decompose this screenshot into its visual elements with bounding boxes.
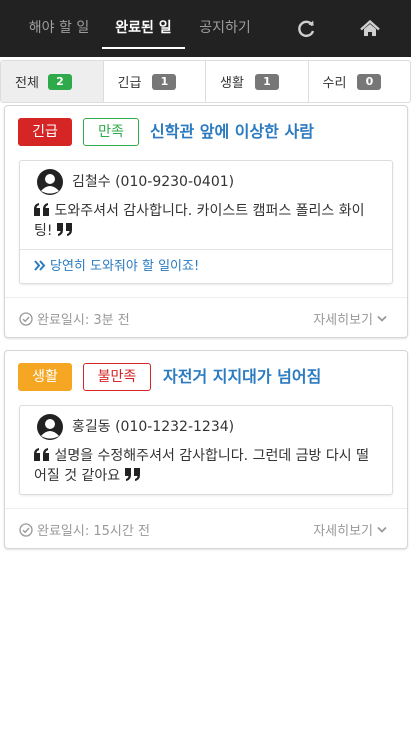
check-circle-icon [19, 312, 33, 326]
feedback-quote: 도와주셔서 감사합니다. 카이스트 캠퍼스 폴리스 화이팅! [20, 199, 392, 249]
tab-announce[interactable]: 공지하기 [192, 0, 258, 57]
feedback-quote: 설명을 수정해주셔서 감사합니다. 그런데 금방 다시 떨어질 것 같아요 [20, 444, 392, 494]
completed-card: 긴급 만족 신학관 앞에 이상한 사람 김철수 (010-9230-0401) … [4, 105, 408, 338]
chevron-down-icon [377, 312, 387, 322]
details-label: 자세히보기 [313, 313, 373, 328]
double-chevron-right-icon [34, 251, 46, 271]
feedback-user: 김철수 (010-9230-0401) [20, 161, 392, 199]
filter-label: 생활 [220, 76, 244, 91]
feedback-box: 김철수 (010-9230-0401) 도와주셔서 감사합니다. 카이스트 캠퍼… [19, 160, 393, 284]
completed-time-text: 완료일시: 3분 전 [37, 313, 130, 328]
refresh-icon[interactable] [293, 16, 319, 42]
count-badge: 2 [47, 73, 72, 90]
quote-open-icon [34, 203, 50, 217]
card-title[interactable]: 자전거 지지대가 넘어짐 [163, 363, 321, 391]
rating-badge: 불만족 [83, 363, 151, 391]
filter-all[interactable]: 전체 2 [1, 61, 104, 102]
details-button[interactable]: 자세히보기 [313, 309, 387, 328]
user-name-phone: 홍길동 (010-1232-1234) [72, 419, 235, 435]
rating-badge: 만족 [83, 118, 139, 146]
check-circle-icon [19, 523, 33, 537]
card-footer: 완료일시: 3분 전 자세히보기 [5, 297, 407, 337]
count-badge: 1 [152, 73, 177, 90]
filter-label: 긴급 [117, 76, 142, 91]
reply-text: 당연히 도와줘야 할 일이죠! [50, 259, 200, 274]
category-badge: 생활 [18, 363, 72, 391]
avatar-icon [36, 413, 64, 441]
top-navbar: 해야 할 일 완료된 일 공지하기 [0, 0, 411, 57]
avatar-icon [36, 168, 64, 196]
quote-open-icon [34, 448, 50, 462]
quote-close-icon [124, 468, 141, 482]
completed-time-text: 완료일시: 15시간 전 [37, 524, 150, 539]
quote-text: 도와주셔서 감사합니다. 카이스트 캠퍼스 폴리스 화이팅! [34, 203, 365, 239]
chevron-down-icon [377, 523, 387, 533]
completed-time: 완료일시: 15시간 전 [19, 520, 150, 539]
feedback-box: 홍길동 (010-1232-1234) 설명을 수정해주셔서 감사합니다. 그런… [19, 405, 393, 495]
details-label: 자세히보기 [313, 524, 373, 539]
quote-text: 설명을 수정해주셔서 감사합니다. 그런데 금방 다시 떨어질 것 같아요 [34, 448, 369, 484]
feedback-user: 홍길동 (010-1232-1234) [20, 406, 392, 444]
quote-close-icon [56, 223, 73, 237]
card-footer: 완료일시: 15시간 전 자세히보기 [5, 508, 407, 548]
completed-card: 생활 불만족 자전거 지지대가 넘어짐 홍길동 (010-1232-1234) … [4, 350, 408, 549]
card-header: 생활 불만족 자전거 지지대가 넘어짐 [5, 351, 407, 399]
filter-label: 수리 [322, 76, 347, 91]
category-filter-bar: 전체 2 긴급 1 생활 1 수리 0 [0, 60, 411, 103]
filter-repair[interactable]: 수리 0 [309, 61, 411, 102]
active-tab-indicator [102, 47, 185, 49]
card-header: 긴급 만족 신학관 앞에 이상한 사람 [5, 106, 407, 154]
home-icon[interactable] [357, 16, 383, 42]
card-title[interactable]: 신학관 앞에 이상한 사람 [150, 118, 314, 146]
admin-reply: 당연히 도와줘야 할 일이죠! [20, 249, 392, 283]
count-badge: 1 [254, 73, 279, 90]
details-button[interactable]: 자세히보기 [313, 520, 387, 539]
filter-urgent[interactable]: 긴급 1 [104, 61, 206, 102]
completed-time: 완료일시: 3분 전 [19, 309, 130, 328]
filter-label: 전체 [15, 76, 39, 91]
user-name-phone: 김철수 (010-9230-0401) [72, 174, 235, 190]
category-badge: 긴급 [18, 118, 72, 146]
filter-life[interactable]: 생활 1 [206, 61, 309, 102]
tab-todo[interactable]: 해야 할 일 [20, 0, 98, 57]
count-badge: 0 [357, 73, 382, 90]
